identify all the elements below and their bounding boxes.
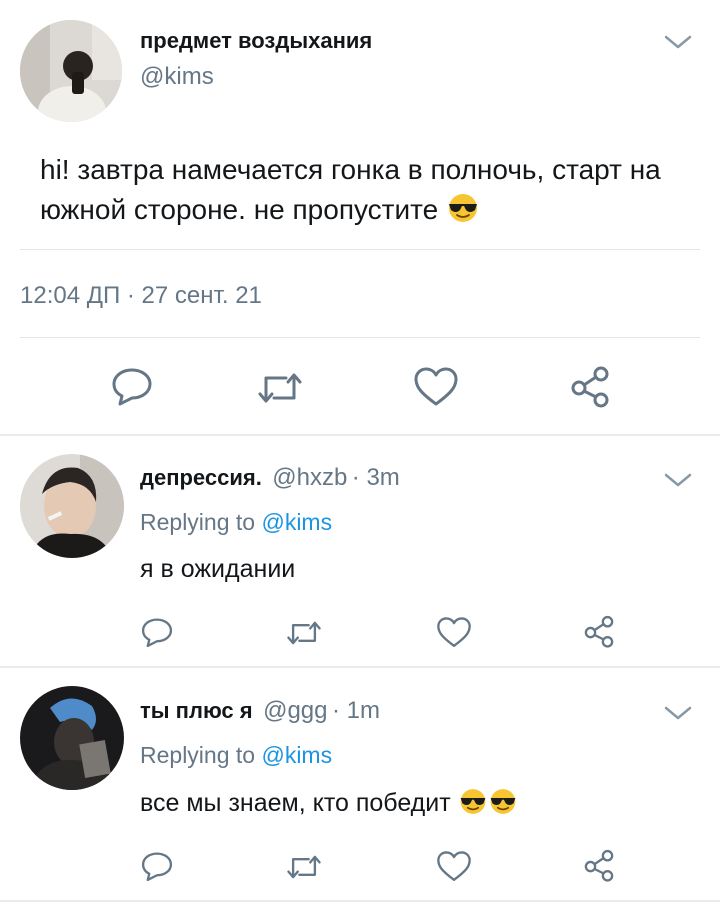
share-icon[interactable] <box>582 614 616 648</box>
share-icon[interactable] <box>568 364 612 408</box>
chevron-down-icon[interactable] <box>663 703 693 723</box>
reply-icon[interactable] <box>110 366 154 406</box>
section-divider <box>0 434 720 436</box>
section-divider <box>0 900 720 902</box>
reply-text: я в ожидании <box>140 555 296 583</box>
tweet-text-content: hi! завтра намечается гонка в полночь, с… <box>40 154 661 225</box>
tweet-text: hi! завтра намечается гонка в полночь, с… <box>40 150 700 234</box>
divider <box>20 249 700 250</box>
sunglasses-emoji-icon <box>458 788 488 822</box>
reply-icon[interactable] <box>140 850 174 882</box>
replying-to: Replying to @kims <box>140 509 332 536</box>
timestamp[interactable]: 12:04 ДП · 27 сент. 21 <box>20 282 262 310</box>
replying-to: Replying to @kims <box>140 742 332 769</box>
section-divider <box>0 666 720 668</box>
display-name[interactable]: депрессия. <box>140 465 262 490</box>
like-icon[interactable] <box>413 366 459 408</box>
retweet-icon[interactable] <box>256 370 304 406</box>
replying-to-label: Replying to <box>140 742 262 768</box>
relative-time[interactable]: · 1m <box>332 697 380 724</box>
reply-text: все мы знаем, кто победит <box>140 788 518 822</box>
relative-time[interactable]: · 3m <box>352 464 400 491</box>
like-icon[interactable] <box>436 850 472 883</box>
avatar-main[interactable] <box>20 20 122 122</box>
handle[interactable]: @ggg <box>263 697 327 724</box>
avatar-reply-1[interactable] <box>20 454 124 558</box>
sunglasses-emoji-icon <box>446 193 480 234</box>
retweet-icon[interactable] <box>285 853 323 881</box>
handle[interactable]: @kims <box>140 63 214 91</box>
replying-to-label: Replying to <box>140 509 262 535</box>
share-icon[interactable] <box>582 848 616 882</box>
handle[interactable]: @hxzb <box>272 464 347 491</box>
avatar-reply-2[interactable] <box>20 686 124 790</box>
reply-icon[interactable] <box>140 616 174 648</box>
chevron-down-icon[interactable] <box>663 32 693 52</box>
replying-to-handle[interactable]: @kims <box>261 509 332 535</box>
display-name[interactable]: ты плюс я <box>140 698 253 723</box>
retweet-icon[interactable] <box>285 619 323 647</box>
sunglasses-emoji-icon <box>488 788 518 822</box>
chevron-down-icon[interactable] <box>663 470 693 490</box>
reply-text-content: все мы знаем, кто победит <box>140 789 451 817</box>
reply-2-header: ты плюс я @ggg · 1m <box>140 697 380 725</box>
like-icon[interactable] <box>436 616 472 649</box>
display-name[interactable]: предмет воздыхания <box>140 28 372 54</box>
reply-1-header: депрессия. @hxzb · 3m <box>140 464 400 492</box>
replying-to-handle[interactable]: @kims <box>261 742 332 768</box>
divider <box>20 337 700 338</box>
